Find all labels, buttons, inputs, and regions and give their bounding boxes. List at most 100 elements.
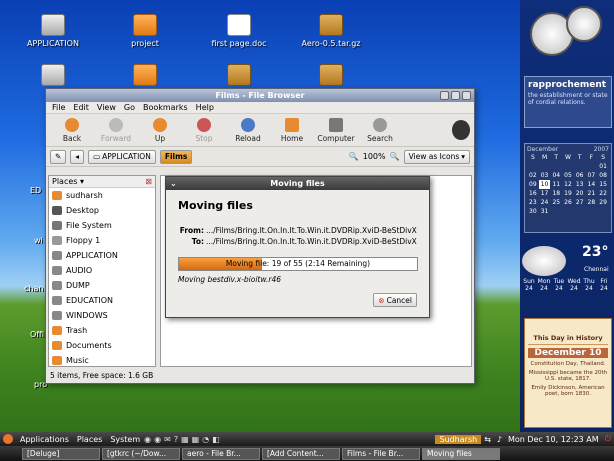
computer-button[interactable]: Computer [314, 117, 358, 143]
calendar-day[interactable] [586, 207, 598, 216]
calendar-day[interactable]: 05 [562, 171, 574, 180]
sidebar-item-sudharsh[interactable]: sudharsh [49, 188, 155, 203]
menu-edit[interactable]: Edit [73, 103, 89, 112]
calendar-day[interactable] [550, 207, 562, 216]
calendar-day[interactable]: 02 [527, 171, 539, 180]
calendar-day[interactable]: 08 [597, 171, 609, 180]
calendar-day[interactable]: 15 [597, 180, 609, 189]
sidebar-item-audio[interactable]: AUDIO [49, 263, 155, 278]
home-button[interactable]: Home [270, 117, 314, 143]
taskbar-item[interactable]: Moving files [422, 447, 500, 460]
view-as-select[interactable]: View as Icons ▾ [403, 149, 470, 164]
zoom-in-icon[interactable]: 🔍 [390, 152, 400, 161]
calendar-day[interactable]: 24 [539, 198, 551, 207]
taskbar-item[interactable]: [gtkrc (~/Dow... [102, 447, 180, 460]
calendar-day[interactable]: 21 [586, 189, 598, 198]
calendar-day[interactable]: 20 [574, 189, 586, 198]
menu-file[interactable]: File [52, 103, 65, 112]
calendar-day[interactable]: 17 [539, 189, 551, 198]
sidebar-item-floppy-1[interactable]: Floppy 1 [49, 233, 155, 248]
calendar-day[interactable]: 10 [538, 180, 551, 189]
calendar-day[interactable]: 25 [550, 198, 562, 207]
desktop-icon-first-page-doc[interactable]: first page.doc [204, 14, 274, 48]
calendar-day[interactable]: 29 [597, 198, 609, 207]
calendar-day[interactable]: 18 [550, 189, 562, 198]
calendar-day[interactable]: 23 [527, 198, 539, 207]
calendar-day[interactable]: 26 [562, 198, 574, 207]
calendar-day[interactable]: 06 [574, 171, 586, 180]
close-button[interactable] [462, 91, 471, 100]
calendar-day[interactable]: 07 [586, 171, 598, 180]
desktop-icon-row2-box2[interactable] [296, 64, 366, 89]
path-back-arrow[interactable]: ◂ [70, 149, 85, 164]
calendar-day[interactable]: 04 [550, 171, 562, 180]
sidebar-item-desktop[interactable]: Desktop [49, 203, 155, 218]
desktop-icon-row2-box[interactable] [204, 64, 274, 89]
taskbar-item[interactable]: Films - File Br... [342, 447, 420, 460]
sidebar-item-education[interactable]: EDUCATION [49, 293, 155, 308]
calendar-day[interactable]: 16 [527, 189, 539, 198]
calendar-day[interactable]: 31 [539, 207, 551, 216]
desktop-icon-application[interactable]: APPLICATION [18, 14, 88, 48]
desktop-icon-aero-tar[interactable]: Aero-0.5.tar.gz [296, 14, 366, 48]
desktop-icon-row2-folder[interactable] [110, 64, 180, 89]
calendar-day[interactable] [597, 207, 609, 216]
desktop-icon-project[interactable]: project [110, 14, 180, 48]
stop-button[interactable]: Stop [182, 117, 226, 143]
calendar-day[interactable] [539, 162, 551, 171]
user-name[interactable]: Sudharsh [435, 434, 482, 444]
calendar-day[interactable]: 19 [562, 189, 574, 198]
toggle-location-button[interactable]: ✎ [50, 149, 67, 164]
menu-bookmarks[interactable]: Bookmarks [143, 103, 188, 112]
close-sidebar-icon[interactable]: ⊠ [145, 177, 152, 186]
reload-button[interactable]: Reload [226, 117, 270, 143]
path-segment-application[interactable]: ▭ APPLICATION [88, 149, 156, 164]
calendar-day[interactable]: 09 [527, 180, 539, 189]
volume-icon[interactable]: ♪ [494, 435, 505, 444]
zoom-level[interactable]: 100% [363, 152, 386, 161]
menu-applications[interactable]: Applications [16, 435, 73, 444]
calendar-day[interactable] [574, 162, 586, 171]
calendar-day[interactable] [527, 162, 539, 171]
clock[interactable]: Mon Dec 10, 12:23 AM [505, 435, 602, 444]
calendar-day[interactable]: 22 [597, 189, 609, 198]
cancel-button[interactable]: ⊗ Cancel [373, 293, 417, 307]
calendar-day[interactable] [574, 207, 586, 216]
sidebar-item-application[interactable]: APPLICATION [49, 248, 155, 263]
chevron-down-icon[interactable]: ⌄ [170, 177, 177, 190]
calendar-day[interactable]: 03 [539, 171, 551, 180]
forward-button[interactable]: Forward [94, 117, 138, 143]
places-dropdown[interactable]: Places ▾ [52, 177, 84, 186]
calendar-day[interactable]: 27 [574, 198, 586, 207]
back-button[interactable]: Back [50, 117, 94, 143]
calendar-day[interactable]: 14 [586, 180, 598, 189]
launcher-icons[interactable]: ◉◉✉?▦▦◔◧ [144, 435, 223, 444]
calendar-day[interactable] [562, 207, 574, 216]
calendar-day[interactable]: 28 [586, 198, 598, 207]
sidebar-item-windows[interactable]: WINDOWS [49, 308, 155, 323]
menu-places[interactable]: Places [73, 435, 106, 444]
path-segment-films[interactable]: Films [159, 149, 193, 164]
maximize-button[interactable] [451, 91, 460, 100]
calendar-day[interactable]: 01 [597, 162, 609, 171]
sidebar-item-file-system[interactable]: File System [49, 218, 155, 233]
taskbar-item[interactable]: [Deluge] [22, 447, 100, 460]
taskbar-item[interactable]: aero - File Br... [182, 447, 260, 460]
calendar-day[interactable] [562, 162, 574, 171]
sidebar-item-dump[interactable]: DUMP [49, 278, 155, 293]
window-titlebar[interactable]: Films - File Browser [46, 89, 474, 102]
sidebar-item-music[interactable]: Music [49, 353, 155, 368]
power-icon[interactable]: ⏻ [602, 434, 614, 444]
zoom-out-icon[interactable]: 🔍 [349, 152, 359, 161]
taskbar-item[interactable]: [Add Content... [262, 447, 340, 460]
search-button[interactable]: Search [358, 117, 402, 143]
calendar-day[interactable]: 13 [574, 180, 586, 189]
calendar-day[interactable] [550, 162, 562, 171]
minimize-button[interactable] [440, 91, 449, 100]
sidebar-item-documents[interactable]: Documents [49, 338, 155, 353]
calendar-day[interactable]: 30 [527, 207, 539, 216]
menu-view[interactable]: View [97, 103, 116, 112]
dialog-titlebar[interactable]: ⌄ Moving files [166, 177, 429, 190]
menu-go[interactable]: Go [124, 103, 135, 112]
sidebar-item-trash[interactable]: Trash [49, 323, 155, 338]
